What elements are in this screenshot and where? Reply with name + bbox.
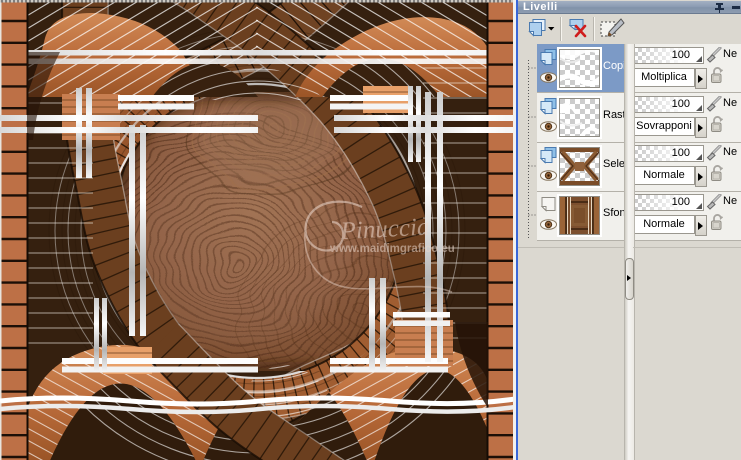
svg-text:www.maidimgrafico.eu: www.maidimgrafico.eu	[329, 243, 455, 255]
svg-text:Pinuccia: Pinuccia	[339, 214, 430, 246]
